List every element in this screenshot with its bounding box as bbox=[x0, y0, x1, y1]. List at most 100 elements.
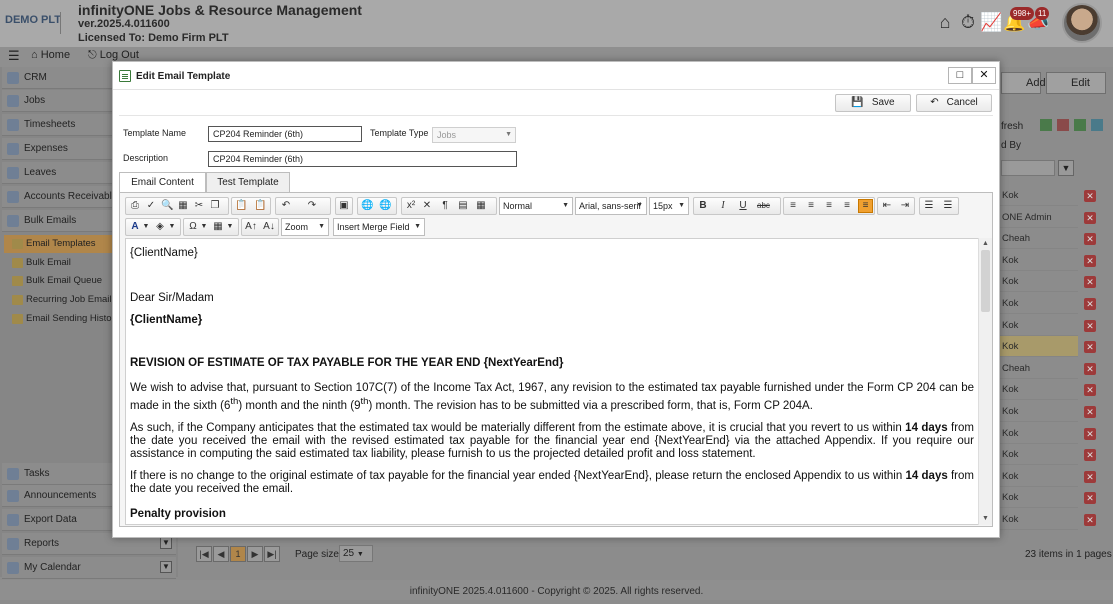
prev-page-button[interactable]: ◀ bbox=[213, 546, 229, 562]
outdent-icon[interactable]: ⇤ bbox=[881, 200, 893, 212]
next-page-button[interactable]: ▶ bbox=[247, 546, 263, 562]
delete-row-icon[interactable]: ✕ bbox=[1084, 449, 1096, 462]
justify-full-icon[interactable]: ≡ bbox=[858, 199, 873, 213]
cut-icon[interactable]: ✂ bbox=[193, 200, 205, 212]
delete-row-icon[interactable]: ✕ bbox=[1084, 319, 1096, 332]
editor-scrollbar[interactable]: ▲ ▼ bbox=[978, 238, 992, 525]
add-button[interactable]: Add bbox=[1001, 72, 1046, 94]
clear-format-icon[interactable]: x² bbox=[405, 200, 417, 212]
grid-cell-created-by[interactable]: Kok bbox=[1000, 271, 1078, 293]
insert-merge-field-select[interactable]: Insert Merge Field ▼ bbox=[333, 218, 425, 236]
template-name-input[interactable]: CP204 Reminder (6th) bbox=[208, 126, 362, 142]
align-justify-icon[interactable]: ≡ bbox=[841, 200, 853, 212]
uppercase-icon[interactable]: A↑ bbox=[245, 221, 257, 233]
export-pdf-icon[interactable] bbox=[1057, 119, 1069, 131]
grid-cell-created-by[interactable]: Kok bbox=[1000, 423, 1078, 444]
delete-row-icon[interactable]: ✕ bbox=[1084, 362, 1096, 375]
paste-icon[interactable]: 📋 bbox=[235, 200, 247, 212]
lowercase-icon[interactable]: A↓ bbox=[263, 221, 275, 233]
copy-icon[interactable]: ❐ bbox=[209, 200, 221, 212]
chevron-down-icon[interactable]: ▼ bbox=[224, 221, 236, 233]
bullet-list-icon[interactable]: ☰ bbox=[942, 200, 954, 212]
grid-cell-created-by[interactable]: Kok bbox=[1000, 509, 1078, 530]
page-size-select[interactable]: 25 ▼ bbox=[339, 545, 373, 562]
delete-row-icon[interactable]: ✕ bbox=[1084, 276, 1096, 289]
italic-icon[interactable]: I bbox=[717, 200, 729, 212]
grid-cell-created-by[interactable]: Kok bbox=[1000, 487, 1078, 509]
numbered-list-icon[interactable]: ☰ bbox=[923, 200, 935, 212]
app-logo[interactable]: DEMO PLT bbox=[5, 14, 61, 32]
delete-row-icon[interactable]: ✕ bbox=[1084, 341, 1096, 354]
select-all-icon[interactable]: ▦ bbox=[177, 200, 189, 212]
align-left-icon[interactable]: ≡ bbox=[787, 200, 799, 212]
link-icon[interactable]: 🌐 bbox=[361, 200, 373, 212]
export-csv-icon[interactable] bbox=[1074, 119, 1086, 131]
spellcheck-icon[interactable]: ✓ bbox=[145, 200, 157, 212]
align-right-icon[interactable]: ≡ bbox=[823, 200, 835, 212]
scroll-thumb[interactable] bbox=[981, 250, 990, 312]
grid-cell-created-by[interactable]: Kok bbox=[1000, 336, 1078, 358]
page-number-button[interactable]: 1 bbox=[230, 546, 246, 562]
remove-format-icon[interactable]: ✕ bbox=[421, 200, 433, 212]
document-icon[interactable]: ▤ bbox=[457, 200, 469, 212]
bold-icon[interactable]: B bbox=[697, 200, 709, 212]
template-type-select[interactable]: Jobs ▼ bbox=[432, 127, 516, 143]
dialog-titlebar[interactable] bbox=[113, 62, 999, 90]
menu-icon[interactable]: ☰ bbox=[8, 48, 20, 64]
delete-row-icon[interactable]: ✕ bbox=[1084, 190, 1096, 202]
delete-row-icon[interactable]: ✕ bbox=[1084, 211, 1096, 224]
avatar[interactable] bbox=[1062, 3, 1102, 43]
grid-cell-created-by[interactable]: ONE Admin bbox=[1000, 207, 1078, 228]
filter-icon[interactable]: ▼ bbox=[1058, 160, 1074, 176]
first-page-button[interactable]: |◀ bbox=[196, 546, 212, 562]
delete-row-icon[interactable]: ✕ bbox=[1084, 254, 1096, 267]
delete-row-icon[interactable]: ✕ bbox=[1084, 233, 1096, 246]
export-word-icon[interactable] bbox=[1091, 119, 1103, 131]
edit-button[interactable]: Edit bbox=[1046, 72, 1106, 94]
font-family-select[interactable]: Arial, sans-serif ▼ bbox=[575, 197, 647, 215]
zoom-select[interactable]: Zoom ▼ bbox=[281, 218, 329, 236]
grid-cell-created-by[interactable]: Kok bbox=[1000, 185, 1078, 206]
scroll-down-icon[interactable]: ▼ bbox=[981, 514, 990, 523]
tab-test-template[interactable]: Test Template bbox=[206, 172, 290, 192]
grid-cell-created-by[interactable]: Cheah bbox=[1000, 358, 1078, 379]
grid-cell-created-by[interactable]: Kok bbox=[1000, 250, 1078, 271]
stopwatch-icon[interactable]: ⏱ bbox=[957, 11, 979, 33]
delete-row-icon[interactable]: ✕ bbox=[1084, 427, 1096, 440]
nav-home[interactable]: ⌂ Home bbox=[31, 49, 70, 61]
undo-icon[interactable]: ↶ bbox=[280, 200, 292, 212]
print-icon[interactable]: ⎙ bbox=[129, 200, 141, 212]
rich-text-editor[interactable]: {ClientName} Dear Sir/Madam {ClientName}… bbox=[125, 238, 980, 525]
paragraph-icon[interactable]: ¶ bbox=[439, 200, 451, 212]
strikethrough-icon[interactable]: abc bbox=[757, 200, 770, 212]
cancel-button[interactable]: ↶ Cancel bbox=[916, 94, 992, 112]
redo-icon[interactable]: ↷ bbox=[306, 200, 318, 212]
delete-row-icon[interactable]: ✕ bbox=[1084, 492, 1096, 505]
chart-icon[interactable]: 📈 bbox=[980, 11, 1002, 33]
maximize-button[interactable]: □ bbox=[948, 67, 972, 84]
home-icon[interactable]: ⌂ bbox=[934, 11, 956, 33]
chevron-down-icon[interactable]: ▼ bbox=[140, 221, 152, 233]
paragraph-format-select[interactable]: Normal ▼ bbox=[499, 197, 573, 215]
grid-cell-created-by[interactable]: Kok bbox=[1000, 444, 1078, 466]
insert-table-icon[interactable]: ▦ bbox=[212, 221, 224, 233]
refresh-button[interactable]: fresh bbox=[1001, 121, 1023, 132]
grid-cell-created-by[interactable]: Kok bbox=[1000, 466, 1078, 487]
column-header-created-by[interactable]: d By bbox=[1001, 140, 1021, 151]
underline-icon[interactable]: U bbox=[737, 200, 749, 212]
find-icon[interactable]: 🔍 bbox=[161, 200, 173, 212]
sidebar-item-my-calendar[interactable]: My Calendar ▼ bbox=[2, 557, 176, 579]
export-excel-icon[interactable] bbox=[1040, 119, 1052, 131]
delete-row-icon[interactable]: ✕ bbox=[1084, 514, 1096, 526]
unlink-icon[interactable]: 🌐 bbox=[379, 200, 391, 212]
description-input[interactable]: CP204 Reminder (6th) bbox=[208, 151, 517, 167]
font-size-select[interactable]: 15px ▼ bbox=[649, 197, 689, 215]
delete-row-icon[interactable]: ✕ bbox=[1084, 470, 1096, 483]
save-button[interactable]: 💾 Save bbox=[835, 94, 911, 112]
delete-row-icon[interactable]: ✕ bbox=[1084, 384, 1096, 397]
align-center-icon[interactable]: ≡ bbox=[805, 200, 817, 212]
chevron-down-icon[interactable]: ▼ bbox=[160, 561, 172, 573]
image-icon[interactable]: ▣ bbox=[338, 200, 350, 212]
indent-icon[interactable]: ⇥ bbox=[899, 200, 911, 212]
last-page-button[interactable]: ▶| bbox=[264, 546, 280, 562]
